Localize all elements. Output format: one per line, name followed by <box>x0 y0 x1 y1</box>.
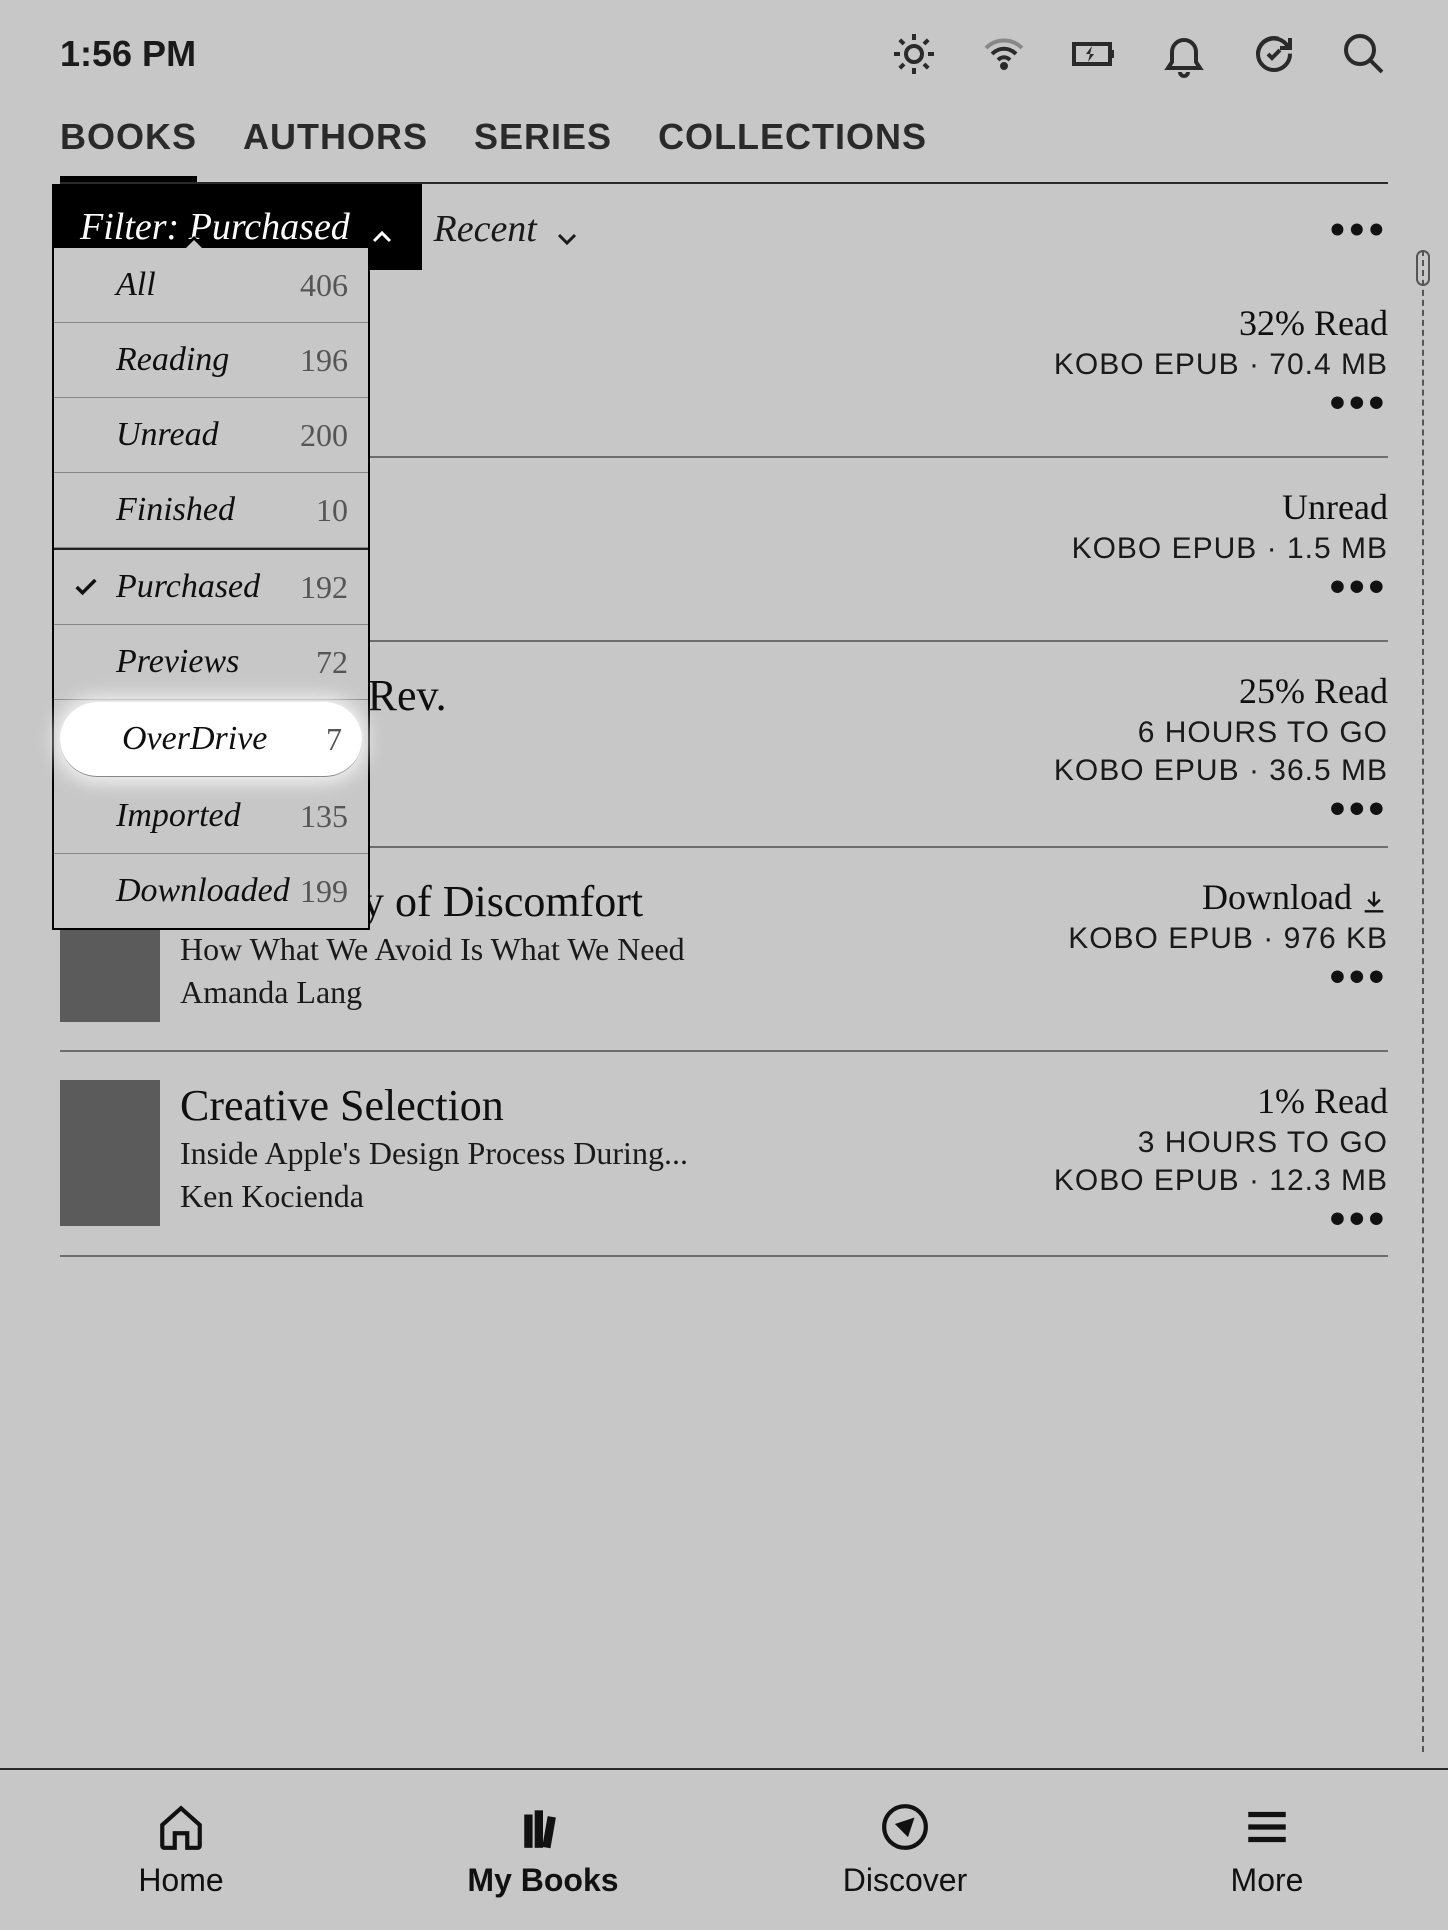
tab-books[interactable]: BOOKS <box>60 116 197 182</box>
filter-option-label: OverDrive <box>122 720 267 758</box>
tab-authors[interactable]: AUTHORS <box>243 116 428 182</box>
book-more[interactable]: ••• <box>1330 578 1388 596</box>
filter-option[interactable]: Purchased 192 <box>54 548 368 625</box>
filter-option-label: Reading <box>116 341 229 379</box>
filter-option[interactable]: All 406 <box>54 248 368 323</box>
scrollbar-track <box>1422 250 1424 1752</box>
filter-option-count: 72 <box>316 644 348 681</box>
nav-discover[interactable]: Discover <box>724 1770 1086 1930</box>
nav-home[interactable]: Home <box>0 1770 362 1930</box>
book-status: 25% Read <box>1239 670 1388 712</box>
book-author: Amanda Lang <box>180 974 1048 1011</box>
filter-option-label: Finished <box>116 491 235 529</box>
filter-option-label: All <box>116 266 156 304</box>
check-icon <box>72 573 100 601</box>
book-time-left: 3 HOURS TO GO <box>1138 1126 1388 1160</box>
nav-label: More <box>1231 1862 1304 1899</box>
filter-option[interactable]: Reading 196 <box>54 323 368 398</box>
filter-option[interactable]: Previews 72 <box>54 625 368 700</box>
filter-option-count: 7 <box>326 721 342 758</box>
menu-icon <box>1242 1802 1292 1852</box>
filter-option[interactable]: Finished 10 <box>54 473 368 548</box>
filter-option-count: 10 <box>316 492 348 529</box>
sync-icon[interactable] <box>1250 30 1298 78</box>
battery-icon <box>1070 30 1118 78</box>
book-format: KOBO EPUB · 12.3 MB <box>1054 1164 1388 1198</box>
book-status: 32% Read <box>1239 302 1388 344</box>
nav-more[interactable]: More <box>1086 1770 1448 1930</box>
filter-option-label: Purchased <box>116 568 260 606</box>
book-more[interactable]: ••• <box>1330 1210 1388 1228</box>
bottom-nav: Home My Books Discover More <box>0 1768 1448 1930</box>
book-status: Download <box>1202 876 1388 918</box>
book-time-left: 6 HOURS TO GO <box>1138 716 1388 750</box>
book-format: KOBO EPUB · 36.5 MB <box>1054 754 1388 788</box>
filter-option-count: 192 <box>300 569 348 606</box>
nav-mybooks[interactable]: My Books <box>362 1770 724 1930</box>
home-icon <box>156 1802 206 1852</box>
chevron-up-icon <box>370 215 394 239</box>
book-more[interactable]: ••• <box>1330 800 1388 818</box>
filter-label: Filter: Purchased <box>80 205 350 249</box>
bell-icon[interactable] <box>1160 30 1208 78</box>
book-more[interactable]: ••• <box>1330 394 1388 412</box>
books-icon <box>518 1802 568 1852</box>
nav-label: Home <box>138 1862 223 1899</box>
book-format: KOBO EPUB · 976 KB <box>1068 922 1388 956</box>
filter-option[interactable]: Imported 135 <box>54 779 368 854</box>
brightness-icon[interactable] <box>890 30 938 78</box>
scrollbar-thumb[interactable] <box>1416 250 1430 286</box>
wifi-icon[interactable] <box>980 30 1028 78</box>
more-options[interactable]: ••• <box>1330 204 1388 255</box>
book-author: Ken Kocienda <box>180 1178 1034 1215</box>
filter-option-count: 406 <box>300 267 348 304</box>
filter-option-count: 200 <box>300 417 348 454</box>
tab-series[interactable]: SERIES <box>474 116 612 182</box>
download-icon <box>1360 883 1388 911</box>
book-status: Unread <box>1282 486 1388 528</box>
filter-option-label: Previews <box>116 643 239 681</box>
filter-option-label: Imported <box>116 797 241 835</box>
search-icon[interactable] <box>1340 30 1388 78</box>
filter-option-label: Downloaded <box>116 872 290 910</box>
library-tabs: BOOKS AUTHORS SERIES COLLECTIONS <box>0 88 1448 182</box>
chevron-down-icon <box>555 217 579 241</box>
book-row[interactable]: Creative Selection Inside Apple's Design … <box>60 1052 1388 1258</box>
filter-option-count: 199 <box>300 873 348 910</box>
filter-option-count: 196 <box>300 342 348 379</box>
book-status: 1% Read <box>1257 1080 1388 1122</box>
book-subtitle: How What We Avoid Is What We Need <box>180 931 1048 968</box>
book-format: KOBO EPUB · 70.4 MB <box>1054 348 1388 382</box>
filter-option-count: 135 <box>300 798 348 835</box>
filter-option[interactable]: Unread 200 <box>54 398 368 473</box>
compass-icon <box>880 1802 930 1852</box>
nav-label: My Books <box>467 1862 618 1899</box>
book-more[interactable]: ••• <box>1330 968 1388 986</box>
filter-option[interactable]: OverDrive 7 <box>60 702 362 777</box>
nav-label: Discover <box>843 1862 967 1899</box>
tab-collections[interactable]: COLLECTIONS <box>658 116 927 182</box>
book-subtitle: Inside Apple's Design Process During... <box>180 1135 1034 1172</box>
book-format: KOBO EPUB · 1.5 MB <box>1072 532 1388 566</box>
book-title: Creative Selection <box>180 1080 1034 1131</box>
filter-option[interactable]: Downloaded 199 <box>54 854 368 928</box>
filter-option-label: Unread <box>116 416 219 454</box>
status-time: 1:56 PM <box>60 33 196 75</box>
book-cover <box>60 1080 160 1226</box>
filter-dropdown: All 406 Reading 196 Unread 200 Finished 10 Purch… <box>52 246 370 930</box>
